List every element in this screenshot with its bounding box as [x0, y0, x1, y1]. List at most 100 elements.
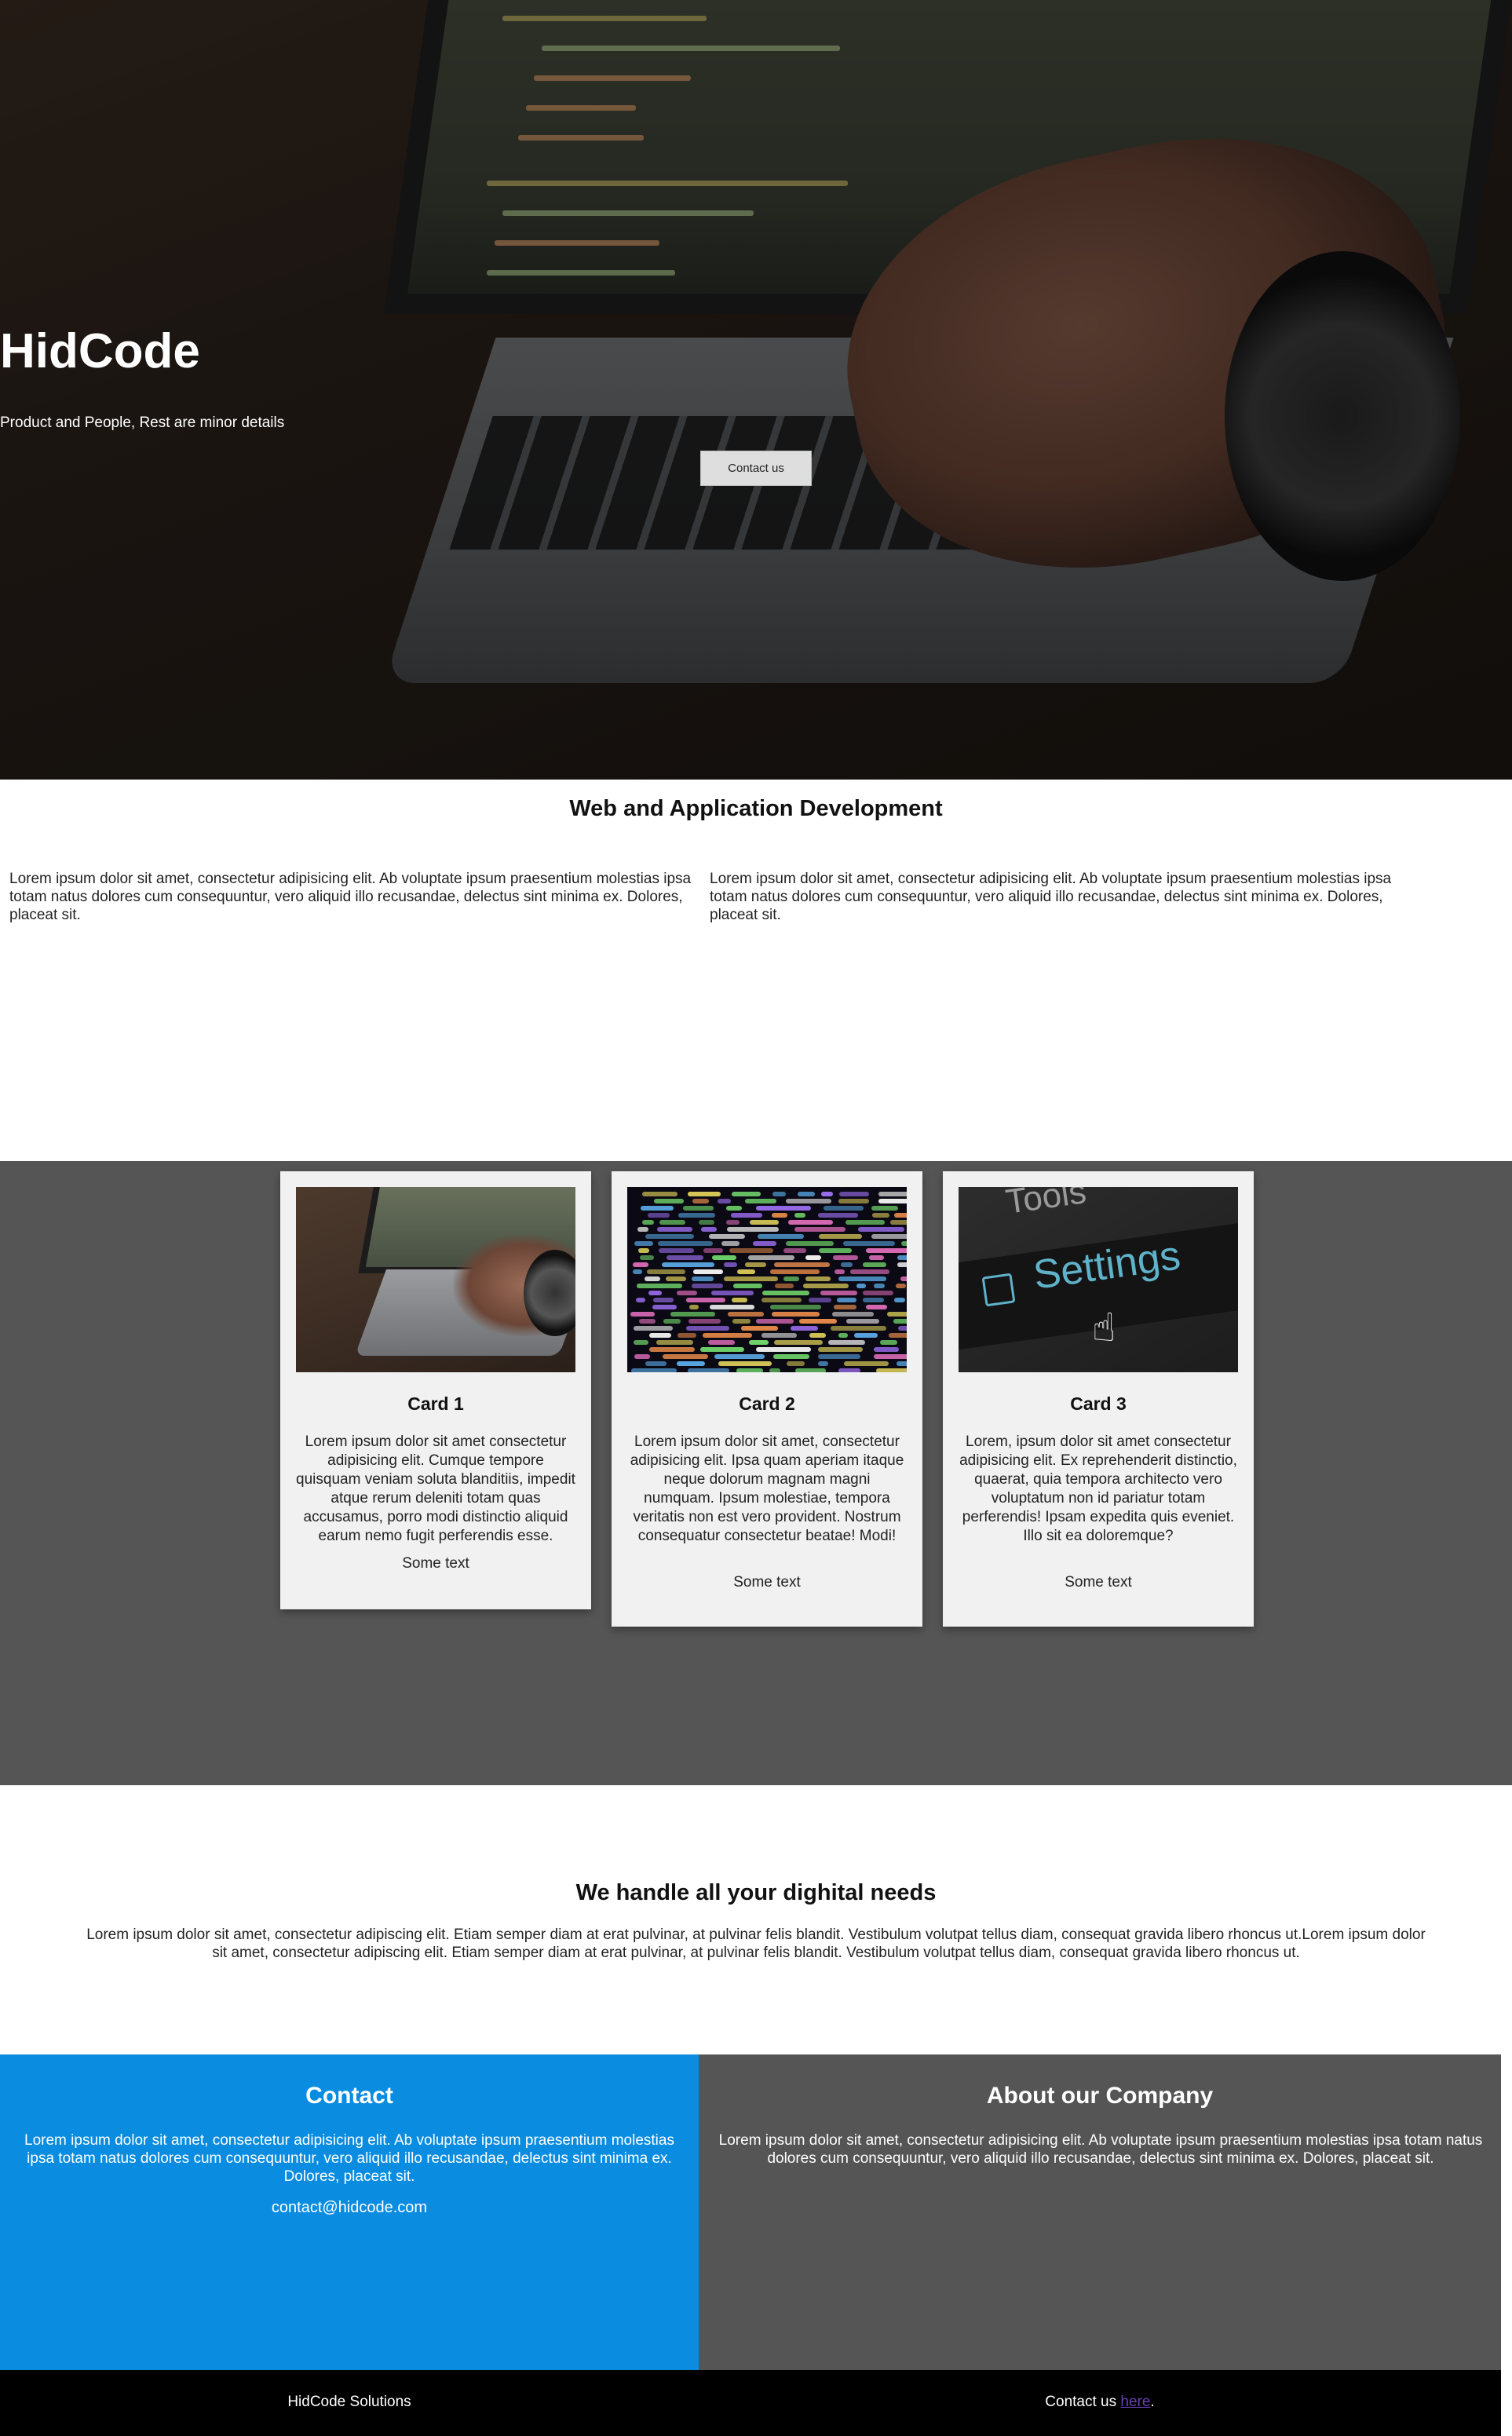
contact-text: Lorem ipsum dolor sit amet, consectetur … — [24, 2132, 674, 2185]
code-glyph — [728, 1312, 764, 1317]
code-glyph — [821, 1192, 833, 1196]
code-glyph — [692, 1199, 710, 1203]
code-glyph — [634, 1354, 651, 1359]
card-title: Card 3 — [1070, 1393, 1127, 1414]
contact-us-button[interactable]: Contact us — [700, 451, 812, 486]
code-glyph — [805, 1276, 831, 1281]
code-glyph — [865, 1305, 887, 1309]
about-text: Lorem ipsum dolor sit amet, consectetur … — [718, 2132, 1483, 2167]
code-glyph — [756, 1347, 812, 1352]
code-glyph — [701, 1227, 717, 1232]
code-glyph — [652, 1305, 677, 1309]
code-glyph — [686, 1298, 726, 1302]
code-glyph — [688, 1305, 699, 1309]
code-glyph — [900, 1276, 907, 1281]
code-glyph — [718, 1199, 731, 1203]
code-glyph — [733, 1284, 763, 1288]
code-glyph — [688, 1368, 729, 1372]
code-glyph — [723, 1276, 778, 1281]
code-glyph — [901, 1241, 907, 1246]
code-glyph — [897, 1262, 907, 1267]
code-glyph — [657, 1227, 692, 1232]
code-glyph — [795, 1368, 826, 1372]
code-glyph — [887, 1312, 907, 1317]
code-glyph — [772, 1192, 786, 1196]
code-glyph — [871, 1206, 898, 1211]
code-glyph — [787, 1361, 805, 1366]
code-glyph — [737, 1269, 755, 1274]
code-glyph — [876, 1368, 907, 1372]
code-glyph — [709, 1234, 745, 1239]
code-glyph — [824, 1206, 864, 1211]
card-footer-text: Some text — [733, 1574, 801, 1591]
code-glyph — [868, 1255, 885, 1260]
code-glyph — [761, 1333, 797, 1338]
card-3: Tools Settings ☝ Card 3 Lorem, ipsum dol… — [943, 1171, 1254, 1627]
code-glyph — [894, 1298, 905, 1302]
code-glyph — [871, 1234, 907, 1239]
code-glyph — [772, 1213, 787, 1218]
code-glyph — [659, 1220, 686, 1225]
code-glyph — [808, 1298, 832, 1302]
card-text: Lorem ipsum dolor sit amet consectetur a… — [296, 1433, 575, 1544]
code-glyph — [630, 1312, 655, 1317]
code-glyph — [693, 1269, 724, 1274]
code-glyph — [744, 1262, 766, 1267]
code-glyph — [670, 1312, 716, 1317]
code-glyph — [637, 1227, 648, 1232]
code-glyph — [726, 1227, 780, 1232]
digital-needs-text: Lorem ipsum dolor sit amet, consectetur … — [86, 1927, 1426, 1961]
code-glyph — [632, 1269, 642, 1274]
code-glyph — [820, 1291, 858, 1295]
code-glyph — [640, 1255, 654, 1260]
code-glyph — [850, 1269, 889, 1274]
code-glyph — [688, 1319, 721, 1324]
code-glyph — [736, 1368, 764, 1372]
code-glyph — [648, 1291, 662, 1295]
code-glyph — [645, 1361, 667, 1366]
code-glyph — [636, 1298, 646, 1302]
code-glyph — [817, 1354, 860, 1359]
code-glyph — [755, 1206, 811, 1211]
code-glyph — [741, 1326, 778, 1331]
code-glyph — [790, 1326, 819, 1331]
code-glyph — [845, 1319, 879, 1324]
code-glyph — [838, 1368, 861, 1372]
card-footer-text: Some text — [1065, 1574, 1132, 1591]
code-glyph — [771, 1312, 820, 1317]
footer-company: HidCode Solutions — [287, 2394, 411, 2410]
code-glyph — [653, 1199, 685, 1203]
code-glyph — [747, 1255, 795, 1260]
services-column-right: Lorem ipsum dolor sit amet, consectetur … — [710, 871, 1392, 923]
code-glyph — [836, 1298, 857, 1302]
code-glyph — [805, 1255, 822, 1260]
footer-contact-link[interactable]: here — [1120, 2394, 1150, 2410]
code-glyph — [838, 1276, 886, 1281]
contact-panel: Contact Lorem ipsum dolor sit amet, cons… — [0, 2054, 699, 2370]
code-glyph — [838, 1199, 869, 1203]
code-glyph — [709, 1305, 754, 1309]
code-glyph — [831, 1326, 887, 1331]
footer-contact-prefix: Contact us — [1045, 2394, 1121, 2410]
card-title: Card 1 — [407, 1393, 464, 1414]
code-glyph — [637, 1248, 649, 1253]
code-glyph — [703, 1333, 752, 1338]
code-glyph — [652, 1298, 674, 1302]
about-panel: About our Company Lorem ipsum dolor sit … — [699, 2054, 1501, 2370]
code-glyph — [835, 1269, 845, 1274]
code-glyph — [774, 1262, 831, 1267]
code-glyph — [893, 1319, 907, 1324]
colorful-code-image — [627, 1187, 907, 1372]
code-glyph — [641, 1192, 678, 1196]
code-glyph — [879, 1340, 897, 1345]
code-glyph — [794, 1227, 845, 1232]
code-glyph — [897, 1255, 907, 1260]
code-glyph — [862, 1262, 887, 1267]
code-glyph — [803, 1284, 849, 1288]
code-glyph — [729, 1248, 773, 1253]
code-glyph — [714, 1354, 765, 1359]
code-glyph — [774, 1284, 794, 1288]
card-1: Card 1 Lorem ipsum dolor sit amet consec… — [280, 1171, 591, 1609]
contact-email: contact@hidcode.com — [271, 2199, 428, 2216]
code-glyph — [856, 1284, 866, 1288]
